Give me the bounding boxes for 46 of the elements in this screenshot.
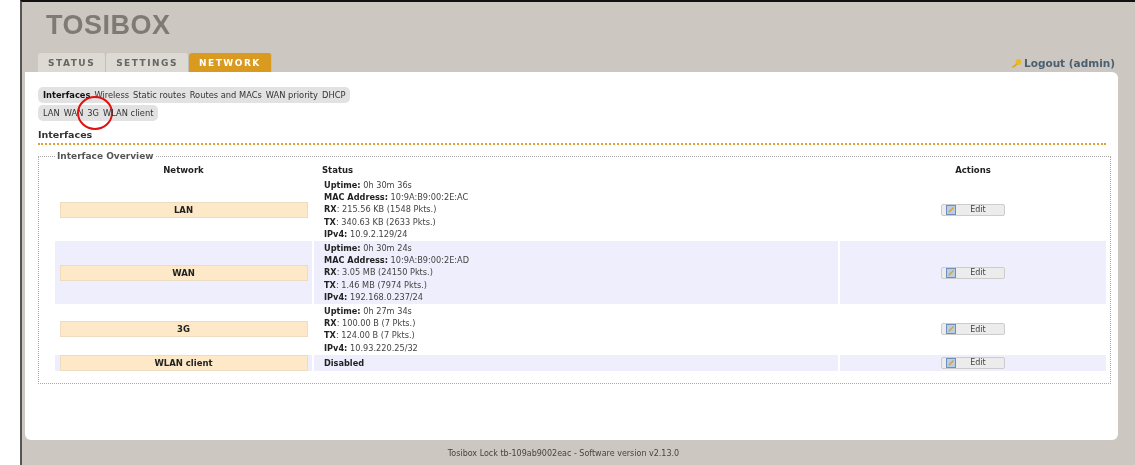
- pencil-icon: [946, 267, 956, 278]
- edit-button[interactable]: Edit: [941, 266, 1005, 279]
- status-line: IPv4: 10.93.220.25/32: [324, 341, 418, 354]
- subnav-link[interactable]: LAN: [43, 108, 60, 118]
- subnav-link[interactable]: Routes and MACs: [189, 90, 262, 100]
- subnav-link[interactable]: Wireless: [94, 90, 130, 100]
- column-header: Status: [321, 164, 355, 177]
- subnav-link[interactable]: Static routes: [133, 90, 186, 100]
- status-line: TX: 340.63 KB (2633 Pkts.): [324, 215, 436, 228]
- edit-button[interactable]: Edit: [941, 356, 1005, 369]
- logo-text: TOSIBOX: [46, 10, 172, 42]
- nav-tab[interactable]: STATUS: [38, 53, 107, 72]
- status-line: TX: 1.46 MB (7974 Pkts.): [324, 278, 427, 291]
- network-label: 3G: [59, 321, 308, 338]
- column-header: Actions: [838, 161, 1106, 178]
- status-line: MAC Address: 10:9A:B9:00:2E:AC: [324, 191, 469, 204]
- footer-text: Tosibox Lock tb-109ab9002eac - Software version v2.13.0: [446, 448, 681, 458]
- status-line: IPv4: 10.9.2.129/24: [324, 227, 408, 240]
- network-label: LAN: [59, 201, 308, 218]
- subnav-link[interactable]: 3G: [87, 108, 100, 118]
- status-line: Uptime: 0h 27m 34s: [324, 305, 412, 318]
- status-line: Disabled: [324, 356, 365, 369]
- subnav-link[interactable]: DHCP: [322, 90, 346, 100]
- status-line: TX: 124.00 B (7 Pkts.): [324, 329, 415, 342]
- status-line: Uptime: 0h 30m 36s: [324, 179, 412, 192]
- pencil-icon: [946, 204, 956, 215]
- nav-tab[interactable]: SETTINGS: [106, 53, 189, 72]
- panel-legend: Interface Overview: [55, 151, 156, 161]
- status-line: RX: 215.56 KB (1548 Pkts.): [324, 203, 437, 216]
- subnav-link[interactable]: Interfaces: [43, 90, 91, 100]
- logout-link[interactable]: Logout (admin): [1010, 57, 1115, 72]
- edit-button[interactable]: Edit: [941, 323, 1005, 336]
- key-icon: [1010, 58, 1022, 68]
- status-line: Uptime: 0h 30m 24s: [324, 242, 412, 255]
- column-header: Network: [162, 164, 205, 177]
- network-label: WLAN client: [59, 354, 308, 371]
- status-line: RX: 100.00 B (7 Pkts.): [324, 317, 416, 330]
- subnav-link[interactable]: WAN priority: [265, 90, 319, 100]
- section-heading: Interfaces: [38, 129, 94, 140]
- edit-button[interactable]: Edit: [941, 203, 1005, 216]
- status-line: MAC Address: 10:9A:B9:00:2E:AD: [324, 254, 470, 267]
- status-line: RX: 3.05 MB (24150 Pkts.): [324, 266, 433, 279]
- network-label: WAN: [59, 264, 308, 281]
- status-line: IPv4: 192.168.0.237/24: [324, 290, 424, 304]
- pencil-icon: [946, 357, 956, 368]
- pencil-icon: [946, 324, 956, 335]
